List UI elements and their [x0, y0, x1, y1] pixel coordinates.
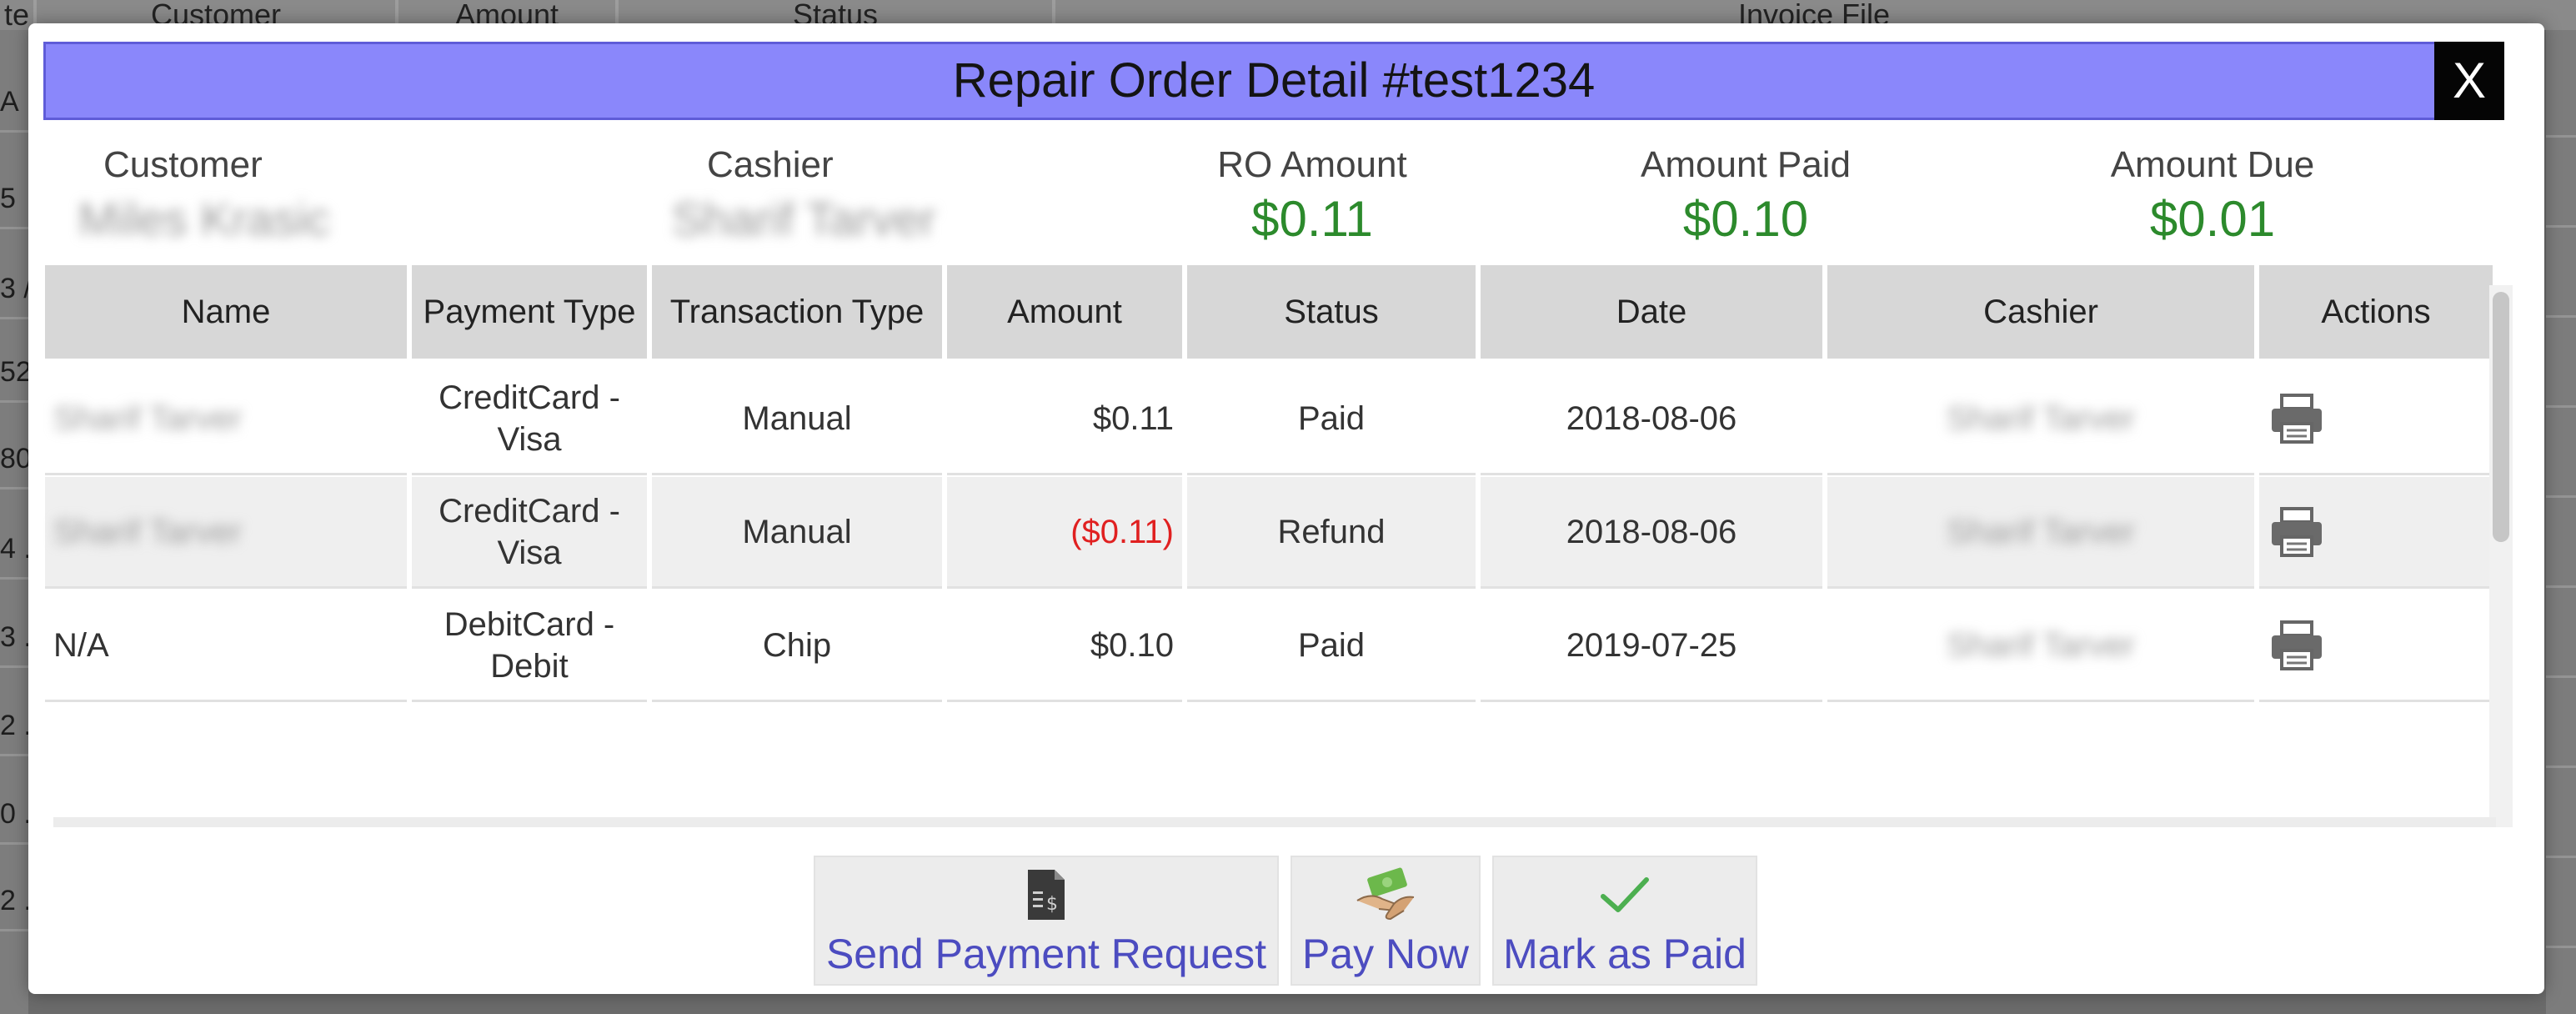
table-row: N/A DebitCard - Debit Chip $0.10 Paid 20…	[45, 590, 2493, 702]
transactions-table: Name Payment Type Transaction Type Amoun…	[45, 265, 2513, 827]
ro-amount-label: RO Amount	[1217, 144, 1407, 185]
cell-payment-type: DebitCard - Debit	[412, 590, 647, 702]
summary-amount-due: Amount Due $0.01	[2062, 140, 2363, 248]
svg-text:$: $	[1046, 894, 1058, 915]
cell-cashier: Sharif Tarver	[1827, 364, 2254, 475]
bg-cell: 3 /	[0, 260, 28, 319]
table-row: Sharif Tarver CreditCard - Visa Manual $…	[45, 364, 2493, 475]
background-right-column	[2546, 30, 2576, 1014]
summary-cashier: Cashier Sharif Tarver	[672, 140, 1112, 248]
cell-status: Paid	[1187, 590, 1476, 702]
cell-transaction-type: Manual	[652, 477, 942, 589]
cash-payment-icon	[1356, 867, 1415, 921]
column-header-name: Name	[45, 265, 407, 359]
bg-cell: 4 .	[0, 520, 28, 580]
ro-amount-value: $0.11	[1251, 191, 1373, 247]
bg-cell: 80	[0, 430, 28, 489]
bg-cell: 5	[0, 170, 28, 229]
modal-actions: $ Send Payment Request Pay Now Mark as P…	[28, 834, 2544, 992]
cashier-value: Sharif Tarver	[672, 193, 936, 245]
table-header-row: Name Payment Type Transaction Type Amoun…	[45, 265, 2493, 359]
cell-cashier-text: Sharif Tarver	[1946, 399, 2135, 437]
summary-customer: Customer Miles Krasic	[78, 140, 537, 248]
column-header-transaction-type: Transaction Type	[652, 265, 942, 359]
bg-cell: 2 .	[0, 872, 28, 931]
bg-cell: 52	[0, 344, 28, 403]
amount-paid-label: Amount Paid	[1641, 144, 1851, 185]
cell-payment-type: CreditCard - Visa	[412, 364, 647, 475]
cell-actions	[2259, 364, 2493, 475]
send-payment-request-label: Send Payment Request	[825, 931, 1267, 977]
table-bottom-divider	[53, 817, 2496, 827]
printer-icon[interactable]	[2268, 505, 2326, 559]
column-header-payment-type: Payment Type	[412, 265, 647, 359]
cell-name-text: Sharif Tarver	[53, 513, 243, 550]
column-header-status: Status	[1187, 265, 1476, 359]
cell-date: 2018-08-06	[1481, 364, 1822, 475]
customer-value: Miles Krasic	[78, 193, 330, 245]
close-button[interactable]: X	[2434, 42, 2504, 120]
cell-name: Sharif Tarver	[45, 364, 407, 475]
table-scrollbar[interactable]	[2489, 285, 2513, 827]
modal-title: Repair Order Detail #test1234	[952, 53, 1596, 108]
column-header-amount: Amount	[947, 265, 1182, 359]
cell-amount: $0.11	[947, 364, 1182, 475]
cell-amount: ($0.11)	[947, 477, 1182, 589]
repair-order-detail-modal: Repair Order Detail #test1234 X Customer…	[28, 23, 2544, 994]
summary-amount-paid: Amount Paid $0.10	[1596, 140, 1896, 248]
amount-paid-value: $0.10	[1682, 191, 1809, 247]
background-left-column: A 5 3 / 52 80 4 . 3 . 2 . 0 . 2 .	[0, 30, 28, 1014]
send-payment-request-button[interactable]: $ Send Payment Request	[814, 856, 1279, 986]
cell-amount: $0.10	[947, 590, 1182, 702]
order-summary: Customer Miles Krasic Cashier Sharif Tar…	[28, 140, 2544, 274]
pay-now-label: Pay Now	[1301, 931, 1470, 977]
table-row: Sharif Tarver CreditCard - Visa Manual (…	[45, 477, 2493, 589]
bg-cell: A	[0, 73, 28, 133]
cell-payment-type: CreditCard - Visa	[412, 477, 647, 589]
modal-title-bar: Repair Order Detail #test1234 X	[43, 42, 2504, 120]
printer-icon[interactable]	[2268, 619, 2326, 672]
mark-as-paid-label: Mark as Paid	[1503, 931, 1747, 977]
cell-cashier-text: Sharif Tarver	[1946, 513, 2135, 550]
page: te Customer Amount Status Invoice File A…	[0, 0, 2576, 1014]
table-scrollbar-thumb[interactable]	[2493, 292, 2509, 542]
column-header-actions: Actions	[2259, 265, 2493, 359]
cell-cashier: Sharif Tarver	[1827, 477, 2254, 589]
bg-cell: 2 .	[0, 697, 28, 756]
cell-status: Paid	[1187, 364, 1476, 475]
amount-due-label: Amount Due	[2110, 144, 2315, 185]
cell-status: Refund	[1187, 477, 1476, 589]
cell-date: 2019-07-25	[1481, 590, 1822, 702]
mark-as-paid-button[interactable]: Mark as Paid	[1492, 856, 1757, 986]
checkmark-icon	[1601, 877, 1649, 912]
cashier-label: Cashier	[707, 144, 834, 185]
cell-transaction-type: Chip	[652, 590, 942, 702]
cell-transaction-type: Manual	[652, 364, 942, 475]
cell-name: Sharif Tarver	[45, 477, 407, 589]
cell-actions	[2259, 590, 2493, 702]
cell-cashier: Sharif Tarver	[1827, 590, 2254, 702]
customer-label: Customer	[103, 144, 263, 185]
summary-ro-amount: RO Amount $0.11	[1175, 140, 1450, 248]
cell-name-text: Sharif Tarver	[53, 399, 243, 437]
bg-cell: 3 .	[0, 609, 28, 668]
invoice-icon: $	[1028, 870, 1065, 920]
bg-cell: 0 .	[0, 786, 28, 845]
cell-actions	[2259, 477, 2493, 589]
column-header-date: Date	[1481, 265, 1822, 359]
printer-icon[interactable]	[2268, 392, 2326, 445]
cell-name: N/A	[45, 590, 407, 702]
amount-due-value: $0.01	[2149, 191, 2276, 247]
column-header-cashier: Cashier	[1827, 265, 2254, 359]
cell-date: 2018-08-06	[1481, 477, 1822, 589]
cell-cashier-text: Sharif Tarver	[1946, 626, 2135, 664]
pay-now-button[interactable]: Pay Now	[1291, 856, 1481, 986]
